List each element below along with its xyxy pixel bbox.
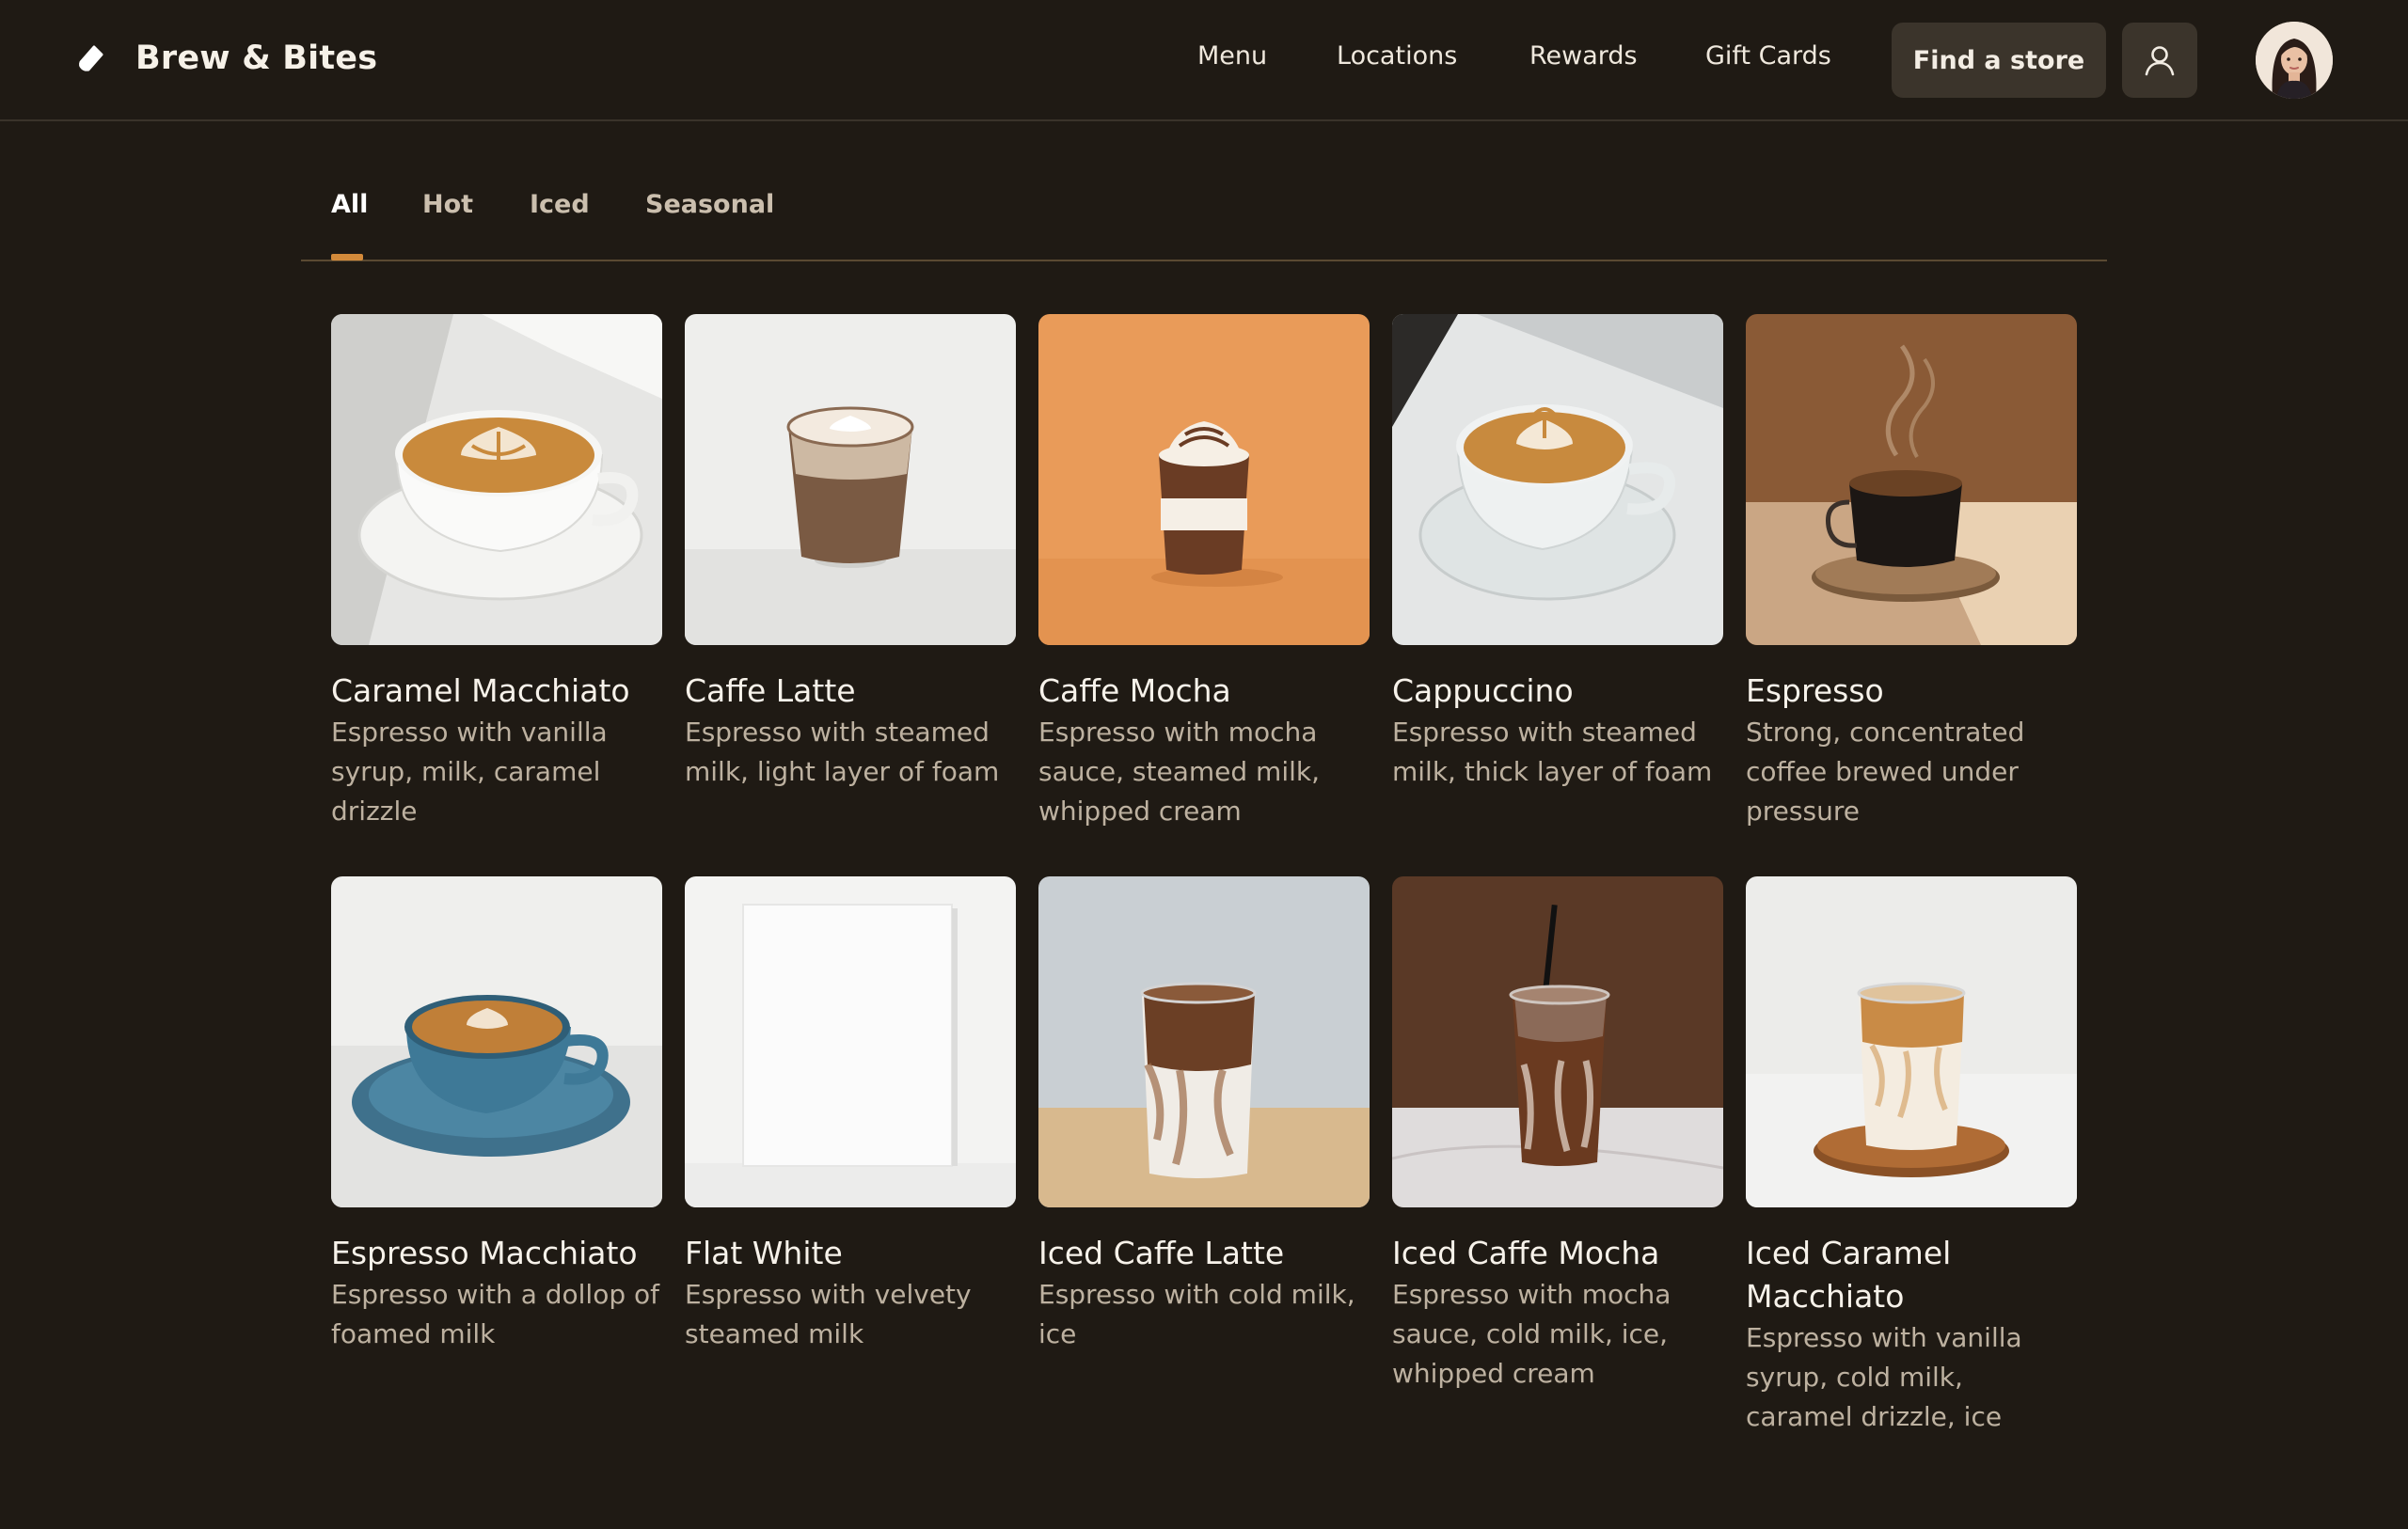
- product-name: Espresso Macchiato: [331, 1235, 638, 1271]
- product-name: Iced Caffe Latte: [1038, 1235, 1285, 1271]
- avatar-portrait: [2256, 22, 2333, 99]
- product-card[interactable]: Espresso Macchiato Espresso with a dollo…: [331, 876, 662, 1354]
- product-image-cappuccino: [1392, 314, 1723, 645]
- product-description: Espresso with vanilla syrup, milk, caram…: [331, 717, 608, 827]
- tab-all[interactable]: All: [331, 190, 368, 219]
- product-image-flat-white: [685, 876, 1016, 1207]
- product-image-espresso: [1746, 314, 2077, 645]
- product-description: Espresso with cold milk, ice: [1038, 1279, 1355, 1349]
- product-name: Cappuccino: [1392, 672, 1574, 709]
- product-description: Espresso with mocha sauce, cold milk, ic…: [1392, 1279, 1671, 1389]
- brand[interactable]: Brew & Bites: [73, 36, 377, 81]
- category-tabs: All Hot Iced Seasonal: [301, 160, 2107, 261]
- product-card[interactable]: Iced Caramel Macchiato Espresso with van…: [1746, 876, 2077, 1437]
- user-icon: [2145, 46, 2175, 76]
- product-description: Espresso with a dollop of foamed milk: [331, 1279, 660, 1349]
- product-image-caffe-mocha: [1038, 314, 1370, 645]
- product-card[interactable]: Caffe Latte Espresso with steamed milk, …: [685, 314, 1016, 792]
- product-description: Espresso with steamed milk, thick layer …: [1392, 717, 1713, 787]
- product-name: Caffe Latte: [685, 672, 856, 709]
- product-name: Flat White: [685, 1235, 843, 1271]
- account-button[interactable]: [2122, 23, 2197, 98]
- product-description: Strong, concentrated coffee brewed under…: [1746, 717, 2025, 827]
- nav-link-rewards[interactable]: Rewards: [1529, 41, 1638, 71]
- product-image-espresso-macchiato: [331, 876, 662, 1207]
- product-card[interactable]: Iced Caffe Latte Espresso with cold milk…: [1038, 876, 1370, 1354]
- product-card[interactable]: Flat White Espresso with velvety steamed…: [685, 876, 1016, 1354]
- product-name: Iced Caffe Mocha: [1392, 1235, 1660, 1271]
- product-image-iced-caramel-macchiato: [1746, 876, 2077, 1207]
- product-image-caffe-latte: [685, 314, 1016, 645]
- tab-iced[interactable]: Iced: [530, 190, 590, 219]
- product-card[interactable]: Iced Caffe Mocha Espresso with mocha sau…: [1392, 876, 1723, 1394]
- product-card[interactable]: Caffe Mocha Espresso with mocha sauce, s…: [1038, 314, 1370, 831]
- product-name: Caramel Macchiato: [331, 672, 630, 709]
- user-avatar[interactable]: [2256, 22, 2333, 99]
- product-image-iced-caffe-latte: [1038, 876, 1370, 1207]
- find-a-store-button[interactable]: Find a store: [1892, 23, 2106, 98]
- product-image-iced-caffe-mocha: [1392, 876, 1723, 1207]
- product-name: Caffe Mocha: [1038, 672, 1231, 709]
- product-card[interactable]: Espresso Strong, concentrated coffee bre…: [1746, 314, 2077, 831]
- brand-logo-icon: [79, 45, 103, 71]
- active-tab-indicator: [331, 254, 363, 260]
- product-description: Espresso with steamed milk, light layer …: [685, 717, 1000, 787]
- brand-name: Brew & Bites: [135, 39, 378, 77]
- product-image-caramel-macchiato: [331, 314, 662, 645]
- tab-hot[interactable]: Hot: [422, 190, 473, 219]
- nav-link-menu[interactable]: Menu: [1197, 41, 1267, 71]
- top-navigation-bar: Brew & Bites Menu Locations Rewards Gift…: [0, 0, 2408, 121]
- product-card[interactable]: Cappuccino Espresso with steamed milk, t…: [1392, 314, 1723, 792]
- product-card[interactable]: Caramel Macchiato Espresso with vanilla …: [331, 314, 662, 831]
- nav-link-locations[interactable]: Locations: [1337, 41, 1457, 71]
- product-description: Espresso with vanilla syrup, cold milk, …: [1746, 1322, 2022, 1432]
- product-description: Espresso with mocha sauce, steamed milk,…: [1038, 717, 1320, 827]
- tab-seasonal[interactable]: Seasonal: [645, 190, 774, 219]
- product-name: Iced Caramel Macchiato: [1746, 1235, 1952, 1315]
- product-name: Espresso: [1746, 672, 1884, 709]
- nav-link-gift-cards[interactable]: Gift Cards: [1705, 41, 1831, 71]
- product-description: Espresso with velvety steamed milk: [685, 1279, 972, 1349]
